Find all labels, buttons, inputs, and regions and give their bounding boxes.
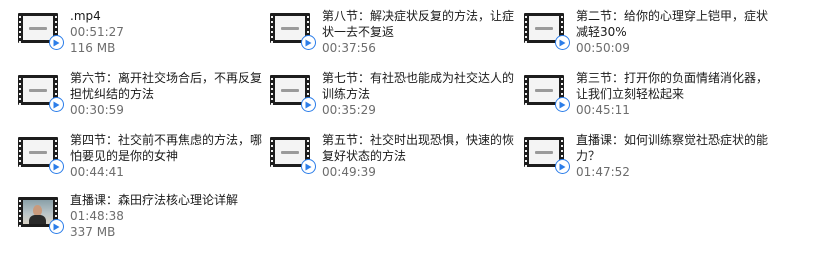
video-thumbnail-icon — [524, 75, 570, 112]
file-duration: 00:51:27 — [70, 25, 124, 39]
video-thumbnail-icon — [524, 13, 570, 50]
video-thumbnail-icon — [270, 75, 316, 112]
file-name: 第三节：打开你的负面情绪消化器，让我们立刻轻松起来 — [576, 71, 769, 101]
file-name: 第五节：社交时出现恐惧，快速的恢复好状态的方法 — [322, 133, 515, 163]
play-circle-icon — [555, 159, 570, 174]
video-thumbnail-icon — [18, 197, 64, 234]
play-circle-icon — [301, 159, 316, 174]
video-thumbnail-icon — [18, 13, 64, 50]
play-circle-icon — [301, 35, 316, 50]
video-thumbnail-icon — [270, 13, 316, 50]
file-duration: 00:49:39 — [322, 165, 376, 179]
video-thumbnail-icon — [18, 137, 64, 174]
video-thumbnail-icon — [524, 137, 570, 174]
play-circle-icon — [555, 97, 570, 112]
file-item[interactable]: 第四节：社交前不再焦虑的方法，哪怕要见的是你的女神 00:44:41 — [18, 132, 268, 192]
video-thumbnail-icon — [18, 75, 64, 112]
play-circle-icon — [49, 159, 64, 174]
file-duration: 00:50:09 — [576, 41, 630, 55]
file-name: 第六节：离开社交场合后，不再反复担忧纠结的方法 — [70, 71, 263, 101]
play-circle-icon — [301, 97, 316, 112]
file-item[interactable]: 第六节：离开社交场合后，不再反复担忧纠结的方法 00:30:59 — [18, 70, 268, 130]
file-name: 第八节：解决症状反复的方法，让症状一去不复返 — [322, 9, 515, 39]
file-grid: .mp4 00:51:27 116 MB 第八节：解决症状反复的方法，让症状一去… — [0, 0, 835, 269]
file-duration: 00:35:29 — [322, 103, 376, 117]
file-duration: 01:47:52 — [576, 165, 630, 179]
play-circle-icon — [49, 97, 64, 112]
file-name: .mp4 — [70, 9, 101, 23]
file-item[interactable]: 直播课：森田疗法核心理论详解 01:48:38 337 MB — [18, 192, 268, 252]
file-size: 337 MB — [70, 225, 116, 239]
file-name: 第四节：社交前不再焦虑的方法，哪怕要见的是你的女神 — [70, 133, 263, 163]
play-circle-icon — [49, 219, 64, 234]
file-duration: 00:45:11 — [576, 103, 630, 117]
file-duration: 00:37:56 — [322, 41, 376, 55]
file-size: 116 MB — [70, 41, 116, 55]
video-thumbnail-icon — [270, 137, 316, 174]
file-duration: 00:44:41 — [70, 165, 124, 179]
file-item[interactable]: 第七节：有社恐也能成为社交达人的训练方法 00:35:29 — [270, 70, 520, 130]
file-item[interactable]: 第二节：给你的心理穿上铠甲，症状减轻30% 00:50:09 — [524, 8, 774, 68]
file-item[interactable]: .mp4 00:51:27 116 MB — [18, 8, 268, 68]
file-item[interactable]: 第三节：打开你的负面情绪消化器，让我们立刻轻松起来 00:45:11 — [524, 70, 774, 130]
play-circle-icon — [555, 35, 570, 50]
play-circle-icon — [49, 35, 64, 50]
file-name: 第二节：给你的心理穿上铠甲，症状减轻30% — [576, 9, 769, 39]
file-item[interactable]: 第八节：解决症状反复的方法，让症状一去不复返 00:37:56 — [270, 8, 520, 68]
file-duration: 00:30:59 — [70, 103, 124, 117]
file-name: 直播课：如何训练察觉社恐症状的能力？ — [576, 133, 769, 163]
file-name: 第七节：有社恐也能成为社交达人的训练方法 — [322, 71, 515, 101]
file-item[interactable]: 第五节：社交时出现恐惧，快速的恢复好状态的方法 00:49:39 — [270, 132, 520, 192]
file-name: 直播课：森田疗法核心理论详解 — [70, 193, 239, 207]
file-item[interactable]: 直播课：如何训练察觉社恐症状的能力？ 01:47:52 — [524, 132, 774, 192]
file-duration: 01:48:38 — [70, 209, 124, 223]
